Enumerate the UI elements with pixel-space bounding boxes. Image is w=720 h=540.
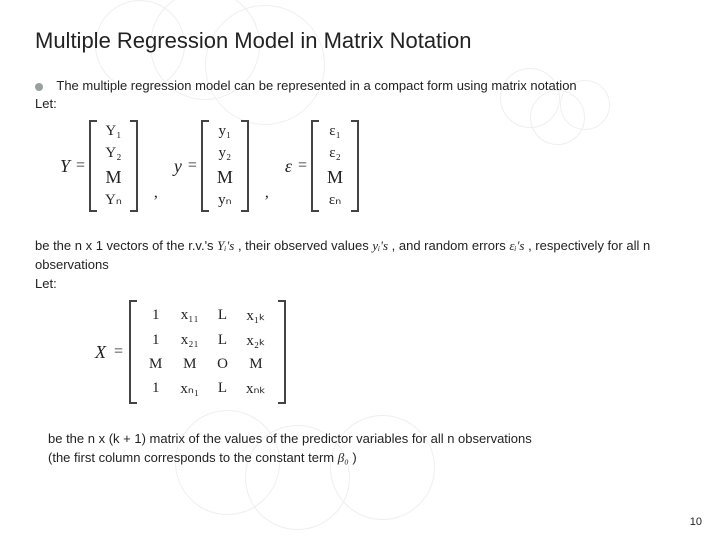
- y-lhs: y: [174, 156, 184, 177]
- matrix-X-definition: X = 1x₁₁Lx₁ₖ 1x₂₁Lx₂ₖ MMOM 1xₙ₁Lxₙₖ: [95, 300, 286, 404]
- ei-symbol: εᵢ's: [509, 238, 524, 253]
- vector-y: y = y₁ y₂ M yₙ: [174, 120, 249, 212]
- matrix-description: be the n x (k + 1) matrix of the values …: [48, 430, 680, 468]
- slide-title: Multiple Regression Model in Matrix Nota…: [35, 28, 472, 54]
- X-lhs: X: [95, 342, 108, 363]
- bullet-icon: [35, 83, 43, 91]
- intro-line: The multiple regression model can be rep…: [35, 78, 710, 93]
- vector-Y: Y = Y₁ Y₂ M Yₙ: [60, 120, 138, 212]
- vector-description: be the n x 1 vectors of the r.v.'s Yᵢ's …: [35, 237, 700, 294]
- vector-eps: ε = ε₁ ε₂ M εₙ: [285, 120, 359, 212]
- let-label-2: Let:: [35, 276, 57, 291]
- Y-lhs: Y: [60, 156, 72, 177]
- X-matrix-grid: 1x₁₁Lx₁ₖ 1x₂₁Lx₂ₖ MMOM 1xₙ₁Lxₙₖ: [143, 302, 272, 402]
- page-number: 10: [690, 516, 702, 528]
- Yi-symbol: Yᵢ's: [217, 238, 234, 253]
- yi-symbol: yᵢ's: [372, 238, 388, 253]
- vector-definitions: Y = Y₁ Y₂ M Yₙ , y = y₁ y₂ M yₙ , ε = ε₁…: [60, 120, 359, 212]
- eps-lhs: ε: [285, 156, 294, 177]
- let-label-1: Let:: [35, 96, 57, 111]
- intro-text: The multiple regression model can be rep…: [56, 78, 576, 93]
- beta0-symbol: β₀: [338, 450, 349, 465]
